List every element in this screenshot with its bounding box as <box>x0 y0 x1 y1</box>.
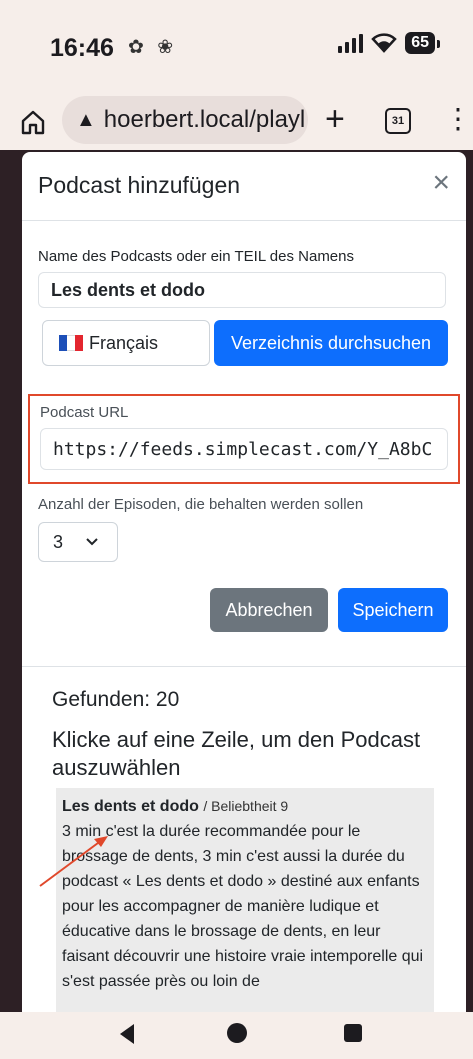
results-count: Gefunden: 20 <box>52 688 180 711</box>
home-icon[interactable] <box>18 107 48 137</box>
home-nav-icon[interactable] <box>227 1023 247 1043</box>
recent-apps-icon[interactable] <box>344 1024 362 1042</box>
back-icon[interactable] <box>120 1024 134 1044</box>
warning-icon: ▲ <box>76 108 96 131</box>
modal-header: Podcast hinzufügen × <box>22 152 466 221</box>
battery-icon: 65 <box>405 32 440 54</box>
system-nav-bar <box>0 1012 473 1059</box>
modal-title: Podcast hinzufügen <box>38 172 241 198</box>
tab-switcher-button[interactable]: 31 <box>385 108 411 134</box>
add-podcast-modal: Podcast hinzufügen × Name des Podcasts o… <box>22 152 466 1022</box>
divider <box>22 666 466 667</box>
signal-icon <box>338 33 364 53</box>
podcast-name-label: Name des Podcasts oder ein TEIL des Name… <box>38 248 354 265</box>
podcast-name-input[interactable]: Les dents et dodo <box>38 272 446 308</box>
podcast-url-input[interactable]: https://feeds.simplecast.com/Y_A8bC <box>40 428 448 470</box>
browser-toolbar: ▲ hoerbert.local/playl + 31 ⋮ <box>0 90 473 154</box>
annotation-arrow-icon <box>39 836 108 887</box>
episodes-value: 3 <box>53 531 64 552</box>
episodes-label: Anzahl der Episoden, die behalten werden… <box>38 496 364 513</box>
address-bar[interactable]: ▲ hoerbert.local/playl <box>62 96 308 144</box>
status-bar: 16:46 ✿ ❀ 65 <box>0 0 473 90</box>
language-select[interactable]: Français <box>42 320 210 366</box>
status-time: 16:46 <box>50 34 114 62</box>
language-label: Français <box>89 332 159 353</box>
france-flag-icon <box>59 335 83 351</box>
wifi-icon <box>371 33 397 53</box>
notification-icons: ✿ ❀ <box>128 37 178 58</box>
close-icon[interactable]: × <box>432 168 450 198</box>
chevron-down-icon <box>86 538 98 546</box>
save-button[interactable]: Speichern <box>338 588 448 632</box>
result-title: Les dents et dodo <box>62 798 199 815</box>
result-description: 3 min c'est la durée recommandée pour le… <box>62 823 424 990</box>
cancel-button[interactable]: Abbrechen <box>210 588 328 632</box>
result-popularity: / Beliebtheit 9 <box>203 798 289 814</box>
results-instruction: Klicke auf eine Zeile, um den Podcast au… <box>52 727 421 780</box>
episodes-select[interactable]: 3 <box>38 522 118 562</box>
search-directory-button[interactable]: Verzeichnis durchsuchen <box>214 320 448 366</box>
status-right: 65 <box>338 32 440 54</box>
list-item[interactable]: Les dents et dodo / Beliebtheit 9 3 min … <box>56 788 434 1022</box>
podcast-url-label: Podcast URL <box>40 404 129 421</box>
new-tab-button[interactable]: + <box>325 102 345 136</box>
url-text: hoerbert.local/playl <box>103 106 306 133</box>
podcast-url-group: Podcast URL https://feeds.simplecast.com… <box>28 394 460 484</box>
menu-icon[interactable]: ⋮ <box>444 104 472 134</box>
